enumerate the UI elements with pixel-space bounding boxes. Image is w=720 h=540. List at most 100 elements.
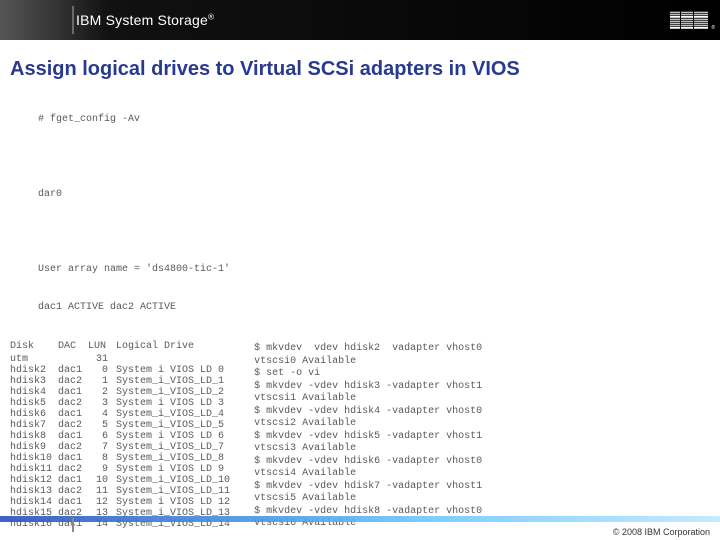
page-title: Assign logical drives to Virtual SCSi ad… (0, 40, 720, 89)
cell-disk: hdisk12 (10, 475, 58, 486)
table-row: hdisk13dac211System_i_VIOS_LD_11 (10, 486, 236, 497)
header-bar: IBM System Storage® ® (0, 0, 720, 40)
cell-dac: dac1 (58, 365, 88, 376)
cell-dac: dac1 (58, 409, 88, 420)
terminal-line: $ mkvdev vdev hdisk2 vadapter vhost0 (254, 343, 482, 356)
cell-lun: 9 (88, 464, 116, 475)
cell-lun: 2 (88, 387, 116, 398)
cell-ld: System_i_VIOS_LD_2 (116, 387, 236, 398)
cell-disk: hdisk5 (10, 398, 58, 409)
col-lun: LUN (88, 341, 116, 354)
cell-disk: hdisk11 (10, 464, 58, 475)
table-row: hdisk7dac25System_i_VIOS_LD_5 (10, 420, 236, 431)
product-name: IBM System Storage® (76, 12, 214, 28)
table-row: hdisk3dac21System_i_VIOS_LD_1 (10, 376, 236, 387)
table-row: hdisk8dac16System i VIOS LD 6 (10, 431, 236, 442)
cell-lun: 8 (88, 453, 116, 464)
footer-divider (72, 518, 74, 532)
terminal-line: $ set -o vi (254, 368, 482, 381)
dar-line: dar0 (38, 189, 710, 202)
cell-ld (116, 354, 236, 365)
terminal-line: $ mkvdev -vdev hdisk6 -vadapter vhost0 (254, 456, 482, 469)
cell-dac: dac1 (58, 431, 88, 442)
cell-lun: 5 (88, 420, 116, 431)
terminal-line: $ mkvdev -vdev hdisk7 -vadapter vhost1 (254, 481, 482, 494)
cell-disk: hdisk14 (10, 497, 58, 508)
cell-disk: utm (10, 354, 58, 365)
cell-lun: 12 (88, 497, 116, 508)
cell-lun: 1 (88, 376, 116, 387)
terminal-line: $ mkvdev -vdev hdisk5 -vadapter vhost1 (254, 431, 482, 444)
cell-ld: System_i_VIOS_LD_1 (116, 376, 236, 387)
table-row: hdisk5dac23System i VIOS LD 3 (10, 398, 236, 409)
cell-lun: 7 (88, 442, 116, 453)
cell-ld: System_i_VIOS_LD_11 (116, 486, 236, 497)
cell-lun: 10 (88, 475, 116, 486)
cell-disk: hdisk3 (10, 376, 58, 387)
cell-dac: dac2 (58, 420, 88, 431)
array-name-line: User array name = 'ds4800-tic-1' (38, 264, 710, 277)
col-ld: Logical Drive (116, 341, 236, 354)
cell-ld: System i VIOS LD 0 (116, 365, 236, 376)
table-row: hdisk4dac12System_i_VIOS_LD_2 (10, 387, 236, 398)
table-row: hdisk9dac27System_i_VIOS_LD_7 (10, 442, 236, 453)
terminal-line: $ mkvdev -vdev hdisk4 -vadapter vhost0 (254, 406, 482, 419)
terminal-line: vtscsi3 Available (254, 443, 482, 456)
cell-disk: hdisk2 (10, 365, 58, 376)
table-header-row: Disk DAC LUN Logical Drive (10, 341, 236, 354)
col-dac: DAC (58, 341, 88, 354)
cell-ld: System i VIOS LD 12 (116, 497, 236, 508)
cell-lun: 31 (88, 354, 116, 365)
cell-disk: hdisk10 (10, 453, 58, 464)
cell-lun: 0 (88, 365, 116, 376)
cell-disk: hdisk8 (10, 431, 58, 442)
terminal-line: vtscsi5 Available (254, 493, 482, 506)
cell-ld: System_i_VIOS_LD_10 (116, 475, 236, 486)
copyright-text: © 2008 IBM Corporation (613, 527, 710, 537)
table-row: hdisk14dac112System i VIOS LD 12 (10, 497, 236, 508)
cell-dac: dac2 (58, 486, 88, 497)
table-row: hdisk10dac18System_i_VIOS_LD_8 (10, 453, 236, 464)
col-disk: Disk (10, 341, 58, 354)
cell-dac: dac2 (58, 398, 88, 409)
ibm-logo-icon: ® (670, 12, 708, 29)
cell-disk: hdisk9 (10, 442, 58, 453)
terminal-line: vtscsi0 Available (254, 356, 482, 369)
table-row: hdisk2dac10System i VIOS LD 0 (10, 365, 236, 376)
table-row: utm 31 (10, 354, 236, 365)
product-name-text: IBM System Storage (76, 12, 208, 28)
cell-dac: dac1 (58, 453, 88, 464)
cell-lun: 3 (88, 398, 116, 409)
footer-stripe (0, 516, 720, 522)
content-area: # fget_config -Av dar0 User array name =… (0, 89, 720, 531)
cmd-line: # fget_config -Av (38, 114, 710, 127)
cell-dac: dac1 (58, 475, 88, 486)
cell-ld: System_i_VIOS_LD_7 (116, 442, 236, 453)
cell-ld: System i VIOS LD 9 (116, 464, 236, 475)
mkvdev-output: $ mkvdev vdev hdisk2 vadapter vhost0vtsc… (254, 341, 482, 531)
cell-ld: System_i_VIOS_LD_8 (116, 453, 236, 464)
terminal-line: vtscsi1 Available (254, 393, 482, 406)
registered-mark: ® (208, 12, 214, 21)
cell-lun: 6 (88, 431, 116, 442)
cell-dac: dac2 (58, 464, 88, 475)
dac-status-line: dac1 ACTIVE dac2 ACTIVE (38, 302, 710, 315)
cell-ld: System_i_VIOS_LD_4 (116, 409, 236, 420)
disk-table: Disk DAC LUN Logical Drive utm31hdisk2da… (10, 341, 236, 530)
cell-disk: hdisk4 (10, 387, 58, 398)
cell-dac (58, 354, 88, 365)
table-row: hdisk11dac29System i VIOS LD 9 (10, 464, 236, 475)
cell-disk: hdisk6 (10, 409, 58, 420)
cell-lun: 4 (88, 409, 116, 420)
cell-ld: System_i_VIOS_LD_5 (116, 420, 236, 431)
cell-dac: dac2 (58, 376, 88, 387)
terminal-line: vtscsi2 Available (254, 418, 482, 431)
header-divider (72, 6, 74, 34)
footer: © 2008 IBM Corporation (0, 514, 720, 540)
cell-ld: System i VIOS LD 6 (116, 431, 236, 442)
cell-dac: dac2 (58, 442, 88, 453)
table-row: hdisk6dac14System_i_VIOS_LD_4 (10, 409, 236, 420)
cell-lun: 11 (88, 486, 116, 497)
terminal-line: $ mkvdev -vdev hdisk3 -vadapter vhost1 (254, 381, 482, 394)
table-row: hdisk12dac110System_i_VIOS_LD_10 (10, 475, 236, 486)
